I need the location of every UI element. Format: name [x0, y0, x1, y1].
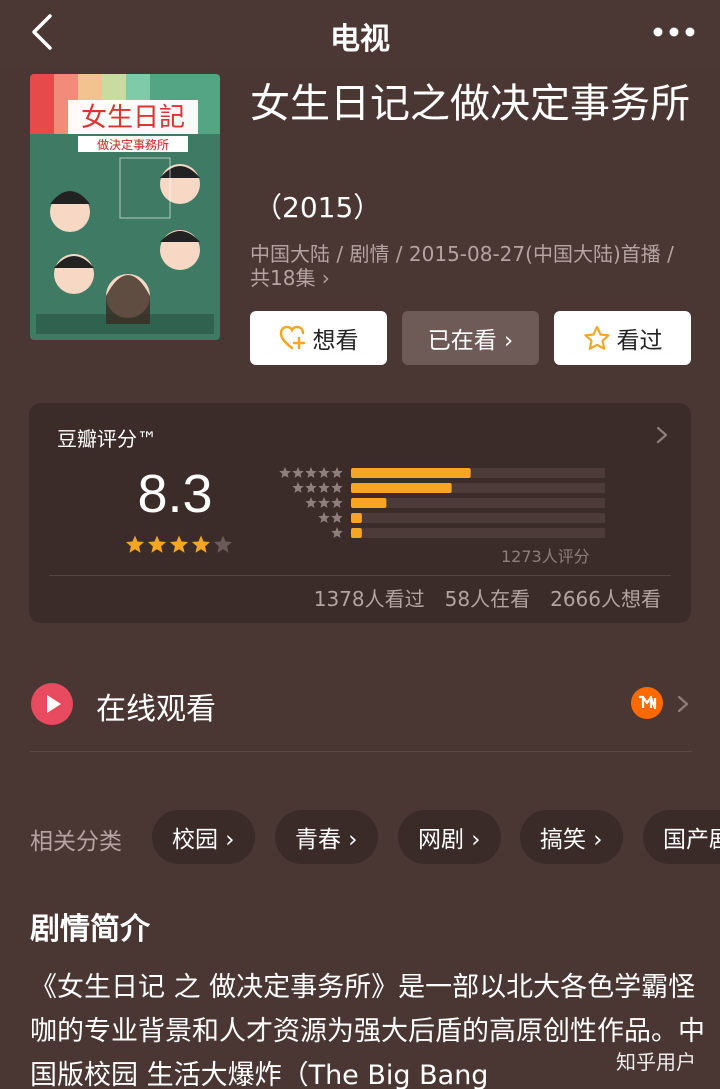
watching-button[interactable]: 已在看 ›: [402, 311, 539, 365]
distribution-star-icon: [331, 512, 343, 523]
poster-image[interactable]: 女生日記 做決定事務所: [30, 74, 220, 340]
divider: [49, 575, 671, 576]
star-outline-icon: [583, 325, 610, 350]
category-chip-label: 网剧 ›: [418, 827, 481, 853]
more-options-icon[interactable]: [652, 20, 696, 44]
movie-year: （2015）: [254, 191, 382, 224]
distribution-bar-5-star: [351, 468, 471, 478]
distribution-star-icon: [331, 497, 343, 508]
category-chip-label: 搞笑 ›: [540, 827, 603, 853]
distribution-bar-4-star: [351, 483, 452, 493]
star-filled-icon: [125, 535, 145, 553]
category-chip-comedy[interactable]: 搞笑 ›: [520, 810, 623, 864]
category-chip-youth[interactable]: 青春 ›: [275, 810, 378, 864]
category-chip-label: 校园 ›: [172, 827, 235, 853]
distribution-star-icon: [292, 482, 304, 493]
distribution-star-icon: [318, 482, 330, 493]
distribution-star-icon: [331, 482, 343, 493]
category-chip-label: 国产剧: [663, 827, 720, 853]
watermark: 知乎用户: [616, 1050, 696, 1074]
star-filled-icon: [169, 535, 189, 553]
svg-text:做決定事務所: 做決定事務所: [97, 137, 169, 152]
chevron-right-icon: [656, 426, 668, 444]
rating-card[interactable]: 豆瓣评分™ 8.3 1273人评分 1378人看过 58人在看 2666人想看: [29, 403, 691, 623]
category-chip-web-drama[interactable]: 网剧 ›: [398, 810, 501, 864]
distribution-bar-track: [351, 498, 605, 508]
synopsis-text: 《女生日记 之 做决定事务所》是一部以北大各色学霸怪咖的专业背景和人才资源为强大…: [30, 972, 705, 1089]
want-count: 2666人想看: [550, 587, 661, 611]
category-chip-campus[interactable]: 校园 ›: [152, 810, 255, 864]
categories-label: 相关分类: [30, 829, 122, 855]
distribution-star-icon: [318, 467, 330, 478]
movie-title: 女生日记之做决定事务所: [250, 81, 690, 127]
watching-label: 已在看 ›: [427, 328, 514, 354]
synopsis-title: 剧情简介: [30, 912, 150, 947]
distribution-star-icon: [305, 467, 317, 478]
category-chip-label: 青春 ›: [295, 827, 358, 853]
want-to-watch-label: 想看: [312, 328, 359, 354]
distribution-star-icon: [279, 467, 291, 478]
page-title: 电视: [330, 22, 390, 57]
distribution-bar-track: [351, 528, 605, 538]
distribution-bar-2-star: [351, 513, 362, 523]
watched-button[interactable]: 看过: [554, 311, 691, 365]
distribution-bar-3-star: [351, 498, 387, 508]
watch-stats: 1378人看过 58人在看 2666人想看: [314, 583, 661, 612]
navigation-bar: 电视: [0, 0, 720, 70]
distribution-star-icon: [305, 497, 317, 508]
star-filled-icon: [147, 535, 167, 553]
heart-plus-icon: [279, 325, 305, 350]
distribution-star-icon: [318, 497, 330, 508]
play-icon: [31, 683, 73, 725]
star-empty-icon: [213, 535, 233, 553]
want-to-watch-button[interactable]: 想看: [250, 311, 387, 365]
online-watch-label: 在线观看: [96, 692, 216, 727]
distribution-star-icon: [292, 467, 304, 478]
watched-label: 看过: [616, 328, 663, 354]
distribution-bar-track: [351, 513, 605, 523]
distribution-star-icon: [305, 482, 317, 493]
movie-meta[interactable]: 中国大陆 / 剧情 / 2015-08-27(中国大陆)首播 / 共18集 ›: [250, 242, 690, 290]
chevron-right-icon: [677, 695, 689, 713]
star-filled-icon: [191, 535, 211, 553]
rating-score: 8.3: [137, 464, 213, 524]
distribution-star-icon: [318, 512, 330, 523]
rating-stars: [125, 535, 233, 553]
distribution-star-icon: [331, 467, 343, 478]
rating-label: 豆瓣评分™: [57, 427, 157, 451]
watched-count: 1378人看过: [313, 587, 425, 611]
category-chip-domestic[interactable]: 国产剧: [643, 810, 720, 864]
distribution-bar-1-star: [351, 528, 362, 538]
svg-text:女生日記: 女生日記: [81, 103, 185, 133]
rating-distribution: [279, 467, 605, 538]
rating-count: 1273人评分: [501, 547, 590, 566]
watching-count: 58人在看: [444, 587, 531, 611]
distribution-star-icon: [331, 527, 343, 538]
mango-tv-icon: [631, 687, 663, 719]
online-watch-row[interactable]: 在线观看: [30, 660, 692, 752]
